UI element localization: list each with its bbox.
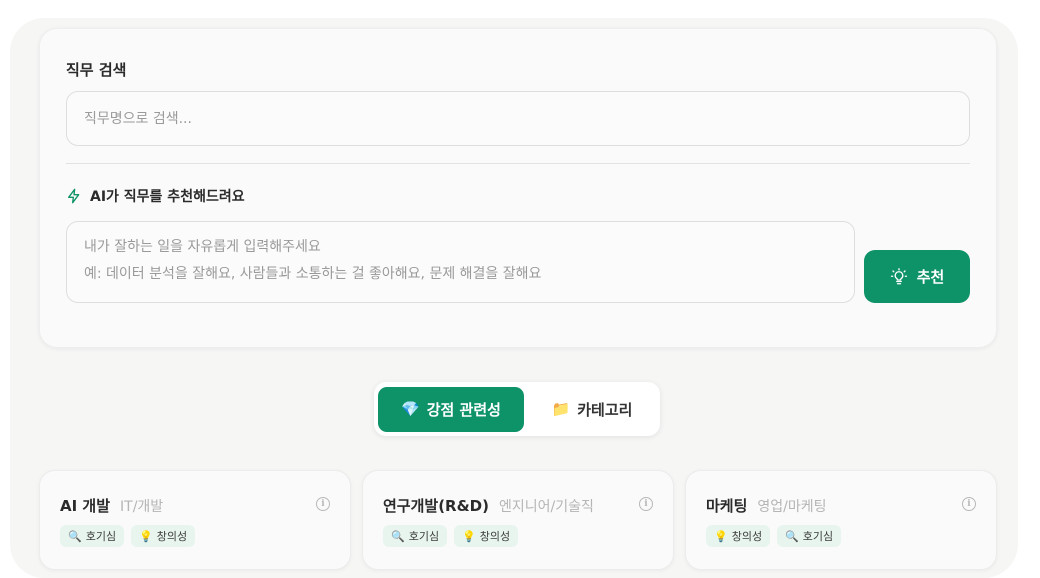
job-card[interactable]: AI 개발 IT/개발 i 🔍 호기심 💡 창의성 [39, 470, 351, 570]
tab-category-label: 카테고리 [577, 400, 633, 419]
gem-icon: 💎 [401, 400, 420, 418]
info-icon[interactable]: i [639, 497, 653, 511]
strength-tag-label: 호기심 [408, 530, 440, 543]
lightbulb-icon: 💡 [714, 529, 728, 543]
strength-tags: 💡 창의성 🔍 호기심 [706, 525, 842, 547]
search-title: 직무 검색 [66, 61, 127, 79]
divider [66, 163, 970, 164]
job-category: 영업/마케팅 [757, 499, 827, 515]
strength-tags: 🔍 호기심 💡 창의성 [383, 525, 519, 547]
job-card[interactable]: 연구개발(R&D) 엔지니어/기술직 i 🔍 호기심 💡 창의성 [362, 470, 674, 570]
job-card-header: 연구개발(R&D) 엔지니어/기술직 [383, 495, 594, 516]
ai-recommend-title: AI가 직무를 추천해드려요 [90, 189, 245, 205]
tab-strength-relevance[interactable]: 💎 강점 관련성 [378, 386, 524, 432]
job-search-input[interactable] [66, 91, 970, 146]
job-name: AI 개발 [60, 497, 111, 515]
strength-tag: 🔍 호기심 [383, 525, 448, 547]
strength-tags: 🔍 호기심 💡 창의성 [60, 525, 196, 547]
magnifier-icon: 🔍 [68, 529, 82, 543]
strength-tag: 🔍 호기심 [60, 525, 125, 547]
strength-tag: 💡 창의성 [131, 525, 196, 547]
info-icon[interactable]: i [962, 497, 976, 511]
job-card-header: AI 개발 IT/개발 [60, 495, 163, 516]
job-card-header: 마케팅 영업/마케팅 [706, 495, 827, 516]
magnifier-icon: 🔍 [785, 529, 799, 543]
job-category: 엔지니어/기술직 [499, 499, 594, 515]
strength-tag-label: 호기심 [85, 530, 117, 543]
folder-icon: 📁 [551, 400, 571, 418]
zap-icon [68, 188, 80, 204]
view-toggle: 💎 강점 관련성 📁 카테고리 [374, 382, 660, 436]
strength-tag-label: 창의성 [479, 530, 511, 543]
strength-tag-label: 호기심 [802, 530, 834, 543]
strength-tag: 💡 창의성 [706, 525, 771, 547]
search-panel: 직무 검색 AI가 직무를 추천해드려요 추천 [39, 28, 997, 348]
strength-tag-label: 창의성 [731, 530, 763, 543]
magnifier-icon: 🔍 [391, 529, 405, 543]
job-name: 연구개발(R&D) [383, 497, 489, 515]
job-name: 마케팅 [706, 497, 748, 515]
recommend-button[interactable]: 추천 [864, 250, 970, 303]
job-category: IT/개발 [120, 499, 164, 515]
tab-category[interactable]: 📁 카테고리 [528, 387, 656, 432]
ai-recommend-header: AI가 직무를 추천해드려요 [66, 186, 245, 206]
job-card[interactable]: 마케팅 영업/마케팅 i 💡 창의성 🔍 호기심 [685, 470, 997, 570]
strength-tag: 🔍 호기심 [777, 525, 842, 547]
recommend-button-label: 추천 [916, 268, 945, 286]
info-icon[interactable]: i [316, 497, 330, 511]
strength-tag-label: 창의성 [156, 530, 188, 543]
strength-tag: 💡 창의성 [454, 525, 519, 547]
lightbulb-icon: 💡 [462, 529, 476, 543]
lightbulb-icon [890, 267, 907, 284]
tab-strength-relevance-label: 강점 관련성 [426, 400, 501, 419]
strengths-textarea[interactable] [66, 221, 855, 303]
lightbulb-icon: 💡 [139, 529, 153, 543]
